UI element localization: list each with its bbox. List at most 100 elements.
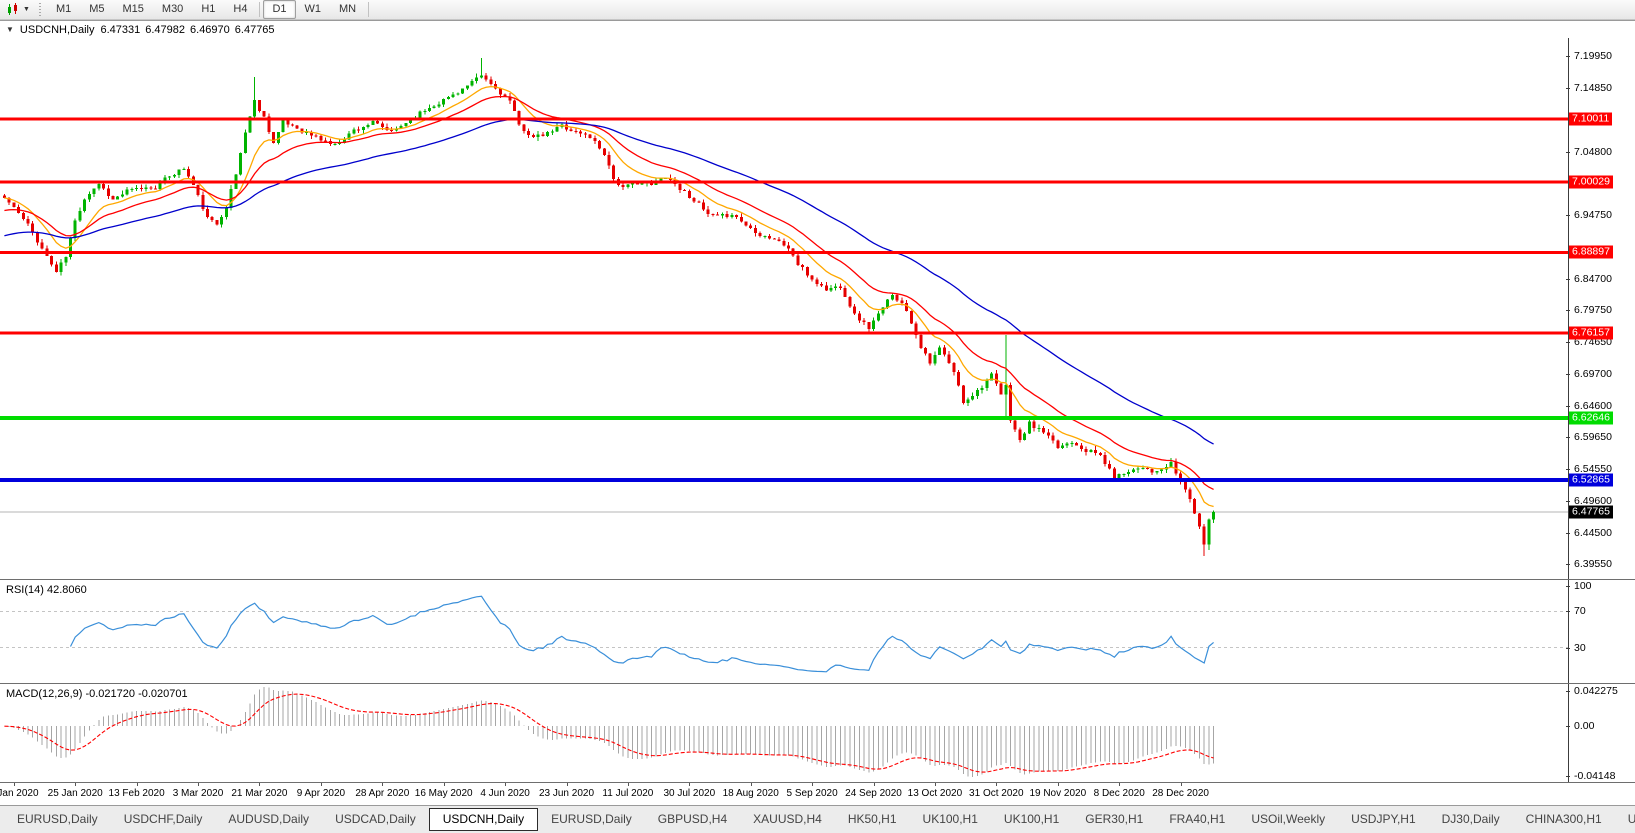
toolbar-drag-handle[interactable] [37, 3, 43, 16]
tab-hk50-h1[interactable]: HK50,H1 [835, 809, 910, 830]
line-price-badge: 6.88897 [1569, 245, 1613, 259]
tab-xauusd-h4[interactable]: XAUUSD,H4 [740, 809, 835, 830]
line-price-badge: 6.62646 [1569, 411, 1613, 425]
timeframe-button-m30[interactable]: M30 [153, 0, 192, 19]
date-tick [750, 783, 752, 786]
chevron-down-icon: ▼ [23, 6, 30, 13]
toolbar-separator [259, 2, 261, 17]
date-label: 18 Aug 2020 [722, 788, 779, 799]
tab-uk100-h1[interactable]: UK100,H1 [910, 809, 991, 830]
date-tick [198, 783, 199, 786]
macd-tick-label: -0.04148 [1565, 770, 1616, 782]
high-value: 6.47982 [145, 23, 186, 36]
date-label: 8 Dec 2020 [1093, 788, 1145, 799]
date-tick [443, 783, 445, 786]
tab-gbpusd-h4[interactable]: GBPUSD,H4 [645, 809, 740, 830]
timeframe-button-mn[interactable]: MN [330, 0, 365, 19]
macd-axis[interactable]: 0.042275 0.00 -0.04148 [1565, 684, 1635, 782]
line-price-badge: 6.52865 [1569, 473, 1613, 487]
moving-average-fast [4, 85, 1214, 508]
tab-uk100-h1[interactable]: UK100,H1 [991, 809, 1072, 830]
price-axis[interactable]: 7.19950 7.14850 7.04800 6.94750 6.84700 6.797… [1566, 38, 1635, 579]
open-value: 6.47331 [100, 23, 141, 36]
date-tick [75, 783, 77, 786]
rsi-tick-label: 70 [1566, 605, 1586, 618]
price-tick-label: 6.44500 [1566, 526, 1612, 539]
date-tick [320, 783, 322, 786]
date-tick [382, 783, 384, 786]
tab-fra40-h1[interactable]: FRA40,H1 [1156, 809, 1238, 830]
tab-audusd-daily[interactable]: AUDUSD,Daily [215, 809, 322, 830]
date-tick [873, 783, 875, 786]
date-label: 19 Nov 2020 [1029, 788, 1087, 799]
timeframe-button-w1[interactable]: W1 [296, 0, 331, 19]
rsi-canvas[interactable] [0, 580, 1568, 683]
date-tick [505, 783, 507, 786]
timeframe-button-d1[interactable]: D1 [263, 0, 296, 19]
tab-ger30-h1[interactable]: GER30,H1 [1072, 809, 1156, 830]
tab-eurusd-daily[interactable]: EURUSD,Daily [4, 809, 111, 830]
timeframe-button-m15[interactable]: M15 [114, 0, 153, 19]
date-label: 28 Apr 2020 [355, 788, 410, 799]
date-tick [136, 783, 138, 786]
price-tick-label: 6.59650 [1566, 431, 1612, 444]
date-axis[interactable]: 7 Jan 2020 25 Jan 2020 13 Feb 2020 3 Mar 20… [0, 782, 1635, 805]
macd-canvas[interactable] [0, 684, 1568, 782]
date-label: 7 Jan 2020 [0, 788, 39, 799]
tab-usdcnh-daily[interactable]: USDCNH,Daily [428, 808, 539, 831]
price-tick-label: 6.39550 [1566, 558, 1612, 571]
date-tick [1180, 783, 1182, 786]
tab-china300-h1[interactable]: CHINA300,H1 [1513, 809, 1615, 830]
price-tick-label: 6.94750 [1566, 209, 1612, 222]
bid-price-badge: 6.47765 [1569, 505, 1613, 519]
tab-usdchf-daily[interactable]: USDCHF,Daily [111, 809, 216, 830]
tab-usdcad-daily[interactable]: USDCAD,Daily [322, 809, 429, 830]
price-chart-canvas[interactable] [0, 38, 1568, 579]
date-label: 25 Jan 2020 [47, 788, 103, 799]
ohlc-readout: 6.47331 6.47982 6.46970 6.47765 [100, 24, 274, 36]
date-label: 21 Mar 2020 [231, 788, 288, 799]
rsi-line [69, 595, 1214, 673]
chart-symbol-timeframe: USDCNH,Daily [19, 23, 95, 36]
macd-tick-label: 0.042275 [1566, 685, 1618, 697]
close-value: 6.47765 [234, 23, 275, 36]
macd-indicator-label: MACD(12,26,9) -0.021720 -0.020701 [6, 688, 188, 700]
date-tick [259, 783, 261, 786]
macd-tick-label: 0.00 [1565, 720, 1595, 733]
date-tick [627, 783, 629, 786]
candlestick-chart-icon [8, 3, 17, 15]
date-label: 13 Feb 2020 [108, 788, 165, 799]
price-tick-label: 7.04800 [1566, 145, 1612, 158]
chart-tool-button[interactable]: ▼ [3, 1, 34, 18]
date-tick [996, 783, 998, 786]
price-chart-panel[interactable]: 7.19950 7.14850 7.04800 6.94750 6.84700 6.797… [0, 38, 1635, 579]
timeframe-button-m1[interactable]: M1 [47, 0, 80, 19]
toolbar-separator [368, 2, 370, 17]
tab-dj30-daily[interactable]: DJ30,Daily [1429, 809, 1513, 830]
date-label: 9 Apr 2020 [296, 788, 346, 799]
collapse-chart-icon[interactable]: ▼ [6, 25, 14, 34]
rsi-panel[interactable]: RSI(14) 42.8060 100 70 30 [0, 579, 1635, 683]
tab-usdjpy-h1[interactable]: USDJPY,H1 [1338, 809, 1428, 830]
date-label: 4 Jun 2020 [480, 788, 530, 799]
timeframe-button-h1[interactable]: H1 [192, 0, 224, 19]
timeframe-toolbar: ▼ M1 M5 M15 M30 H1 H4 D1 W1 MN [0, 0, 1635, 20]
tab-usoil-[interactable]: USOil, [1615, 809, 1635, 830]
rsi-indicator-label: RSI(14) 42.8060 [6, 584, 87, 596]
tab-eurusd-daily[interactable]: EURUSD,Daily [538, 809, 645, 830]
tab-usoil-weekly[interactable]: USOil,Weekly [1238, 809, 1338, 830]
price-tick-label: 6.79750 [1566, 304, 1612, 317]
date-tick [13, 783, 15, 786]
timeframe-button-m5[interactable]: M5 [80, 0, 113, 19]
price-tick-label: 7.19950 [1566, 50, 1612, 62]
date-tick [812, 783, 814, 786]
macd-panel[interactable]: MACD(12,26,9) -0.021720 -0.020701 0.0422… [0, 683, 1635, 782]
price-tick-label: 6.84700 [1566, 272, 1612, 285]
date-label: 24 Sep 2020 [845, 788, 902, 799]
date-label: 3 Mar 2020 [172, 788, 224, 799]
rsi-axis[interactable]: 100 70 30 [1566, 580, 1635, 683]
timeframe-button-h4[interactable]: H4 [224, 0, 256, 19]
price-tick-label: 6.64600 [1566, 399, 1612, 412]
date-label: 31 Oct 2020 [969, 788, 1024, 799]
date-label: 5 Sep 2020 [786, 788, 838, 799]
